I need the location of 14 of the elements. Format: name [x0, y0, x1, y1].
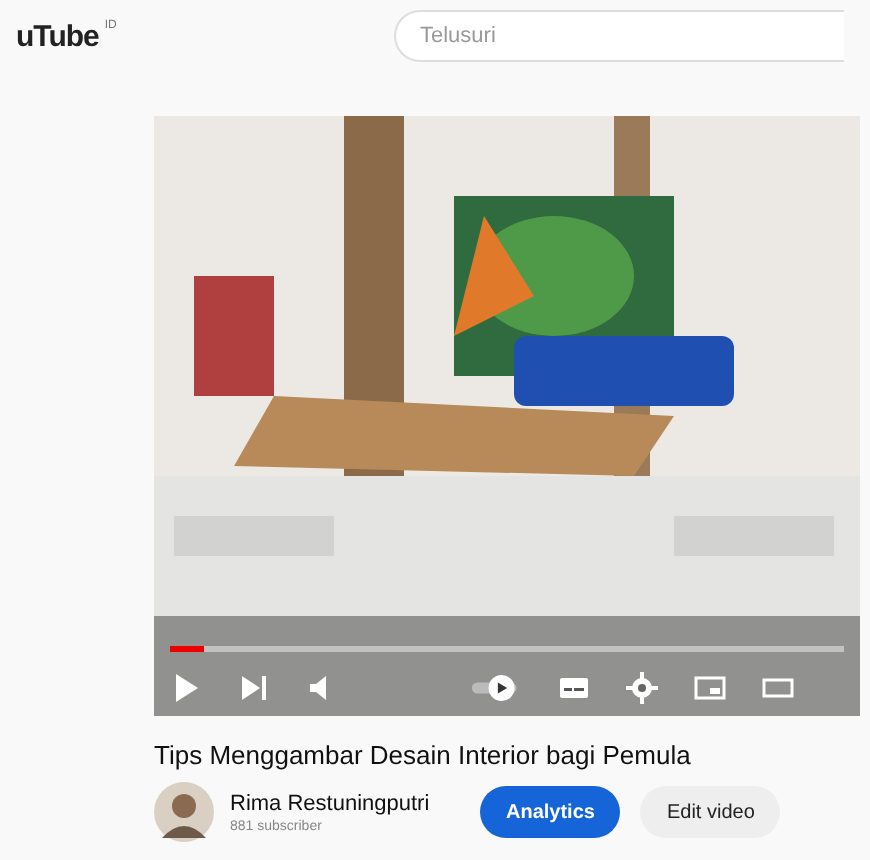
next-icon[interactable]	[238, 672, 270, 704]
play-icon[interactable]	[170, 672, 202, 704]
toggle-icon[interactable]	[470, 672, 522, 704]
avatar-icon[interactable]	[154, 782, 214, 842]
search-field[interactable]: Telusuri	[394, 10, 844, 62]
settings-icon[interactable]	[626, 672, 658, 704]
logo-text[interactable]: uTube	[16, 19, 99, 53]
subtitles-icon[interactable]	[558, 672, 590, 704]
miniplayer-icon[interactable]	[694, 672, 726, 704]
edit-video-button[interactable]: Edit video	[640, 786, 781, 838]
analytics-button[interactable]: Analytics	[480, 786, 621, 838]
channel-name[interactable]: Rima Restuningputri	[230, 791, 480, 815]
progress-bar[interactable]	[170, 646, 844, 652]
video-title: Tips Menggambar Desain Interior bagi Pemula	[154, 740, 693, 770]
